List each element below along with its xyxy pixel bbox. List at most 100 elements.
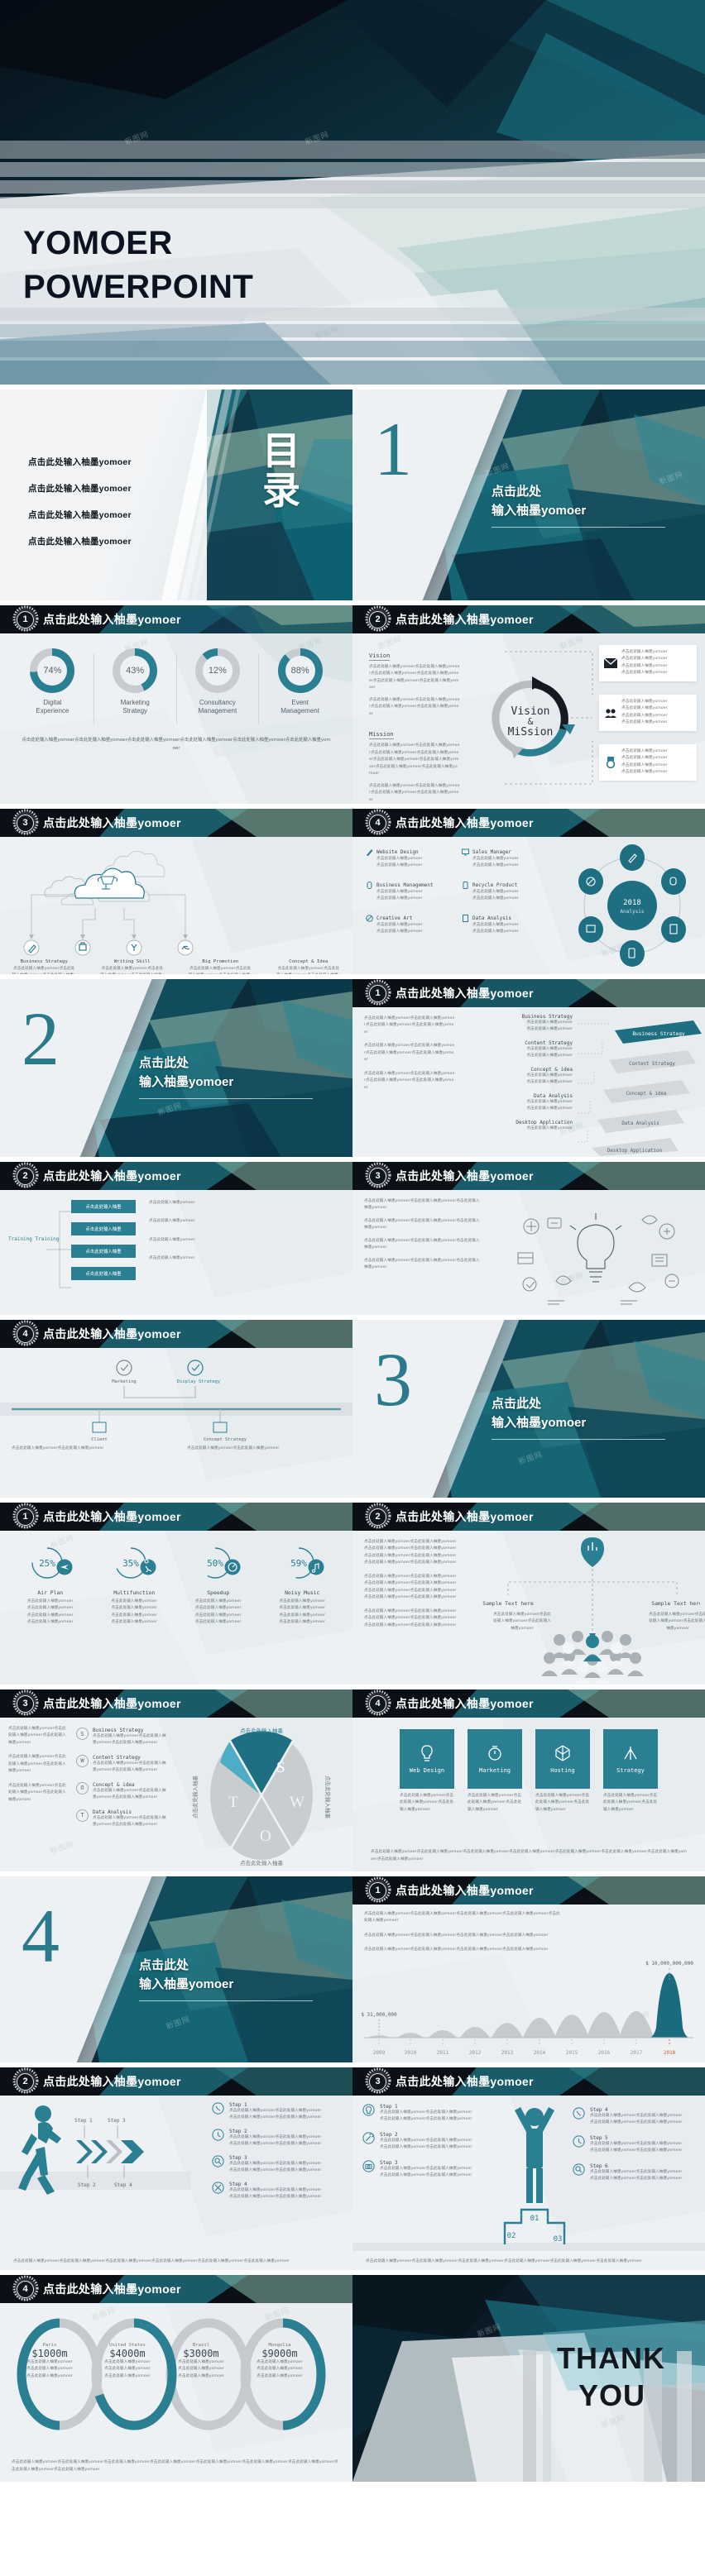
toc-item[interactable]: 点击此处输入柚墨yomoer xyxy=(28,482,132,495)
kpi-label-line1: Marketing xyxy=(120,699,150,706)
tile[interactable]: Strategy xyxy=(603,1729,658,1789)
runner-step[interactable]: Step 1 点击此处输入柚墨yomoer点击此处输入柚墨yomoer 点击此处… xyxy=(212,2102,344,2122)
swot-row[interactable]: O Concept & idea 点击此处输入柚墨yomoer点击此处输入柚墨y… xyxy=(76,1781,169,1802)
kpi-item[interactable]: 74% Digital Experience xyxy=(12,648,94,716)
section-subtitle: 点击此处 输入柚墨yomoer xyxy=(492,1394,586,1433)
tile[interactable]: Hosting xyxy=(535,1729,590,1789)
percent-item[interactable]: 35% Multifunction 点击此处输入柚墨yomoer点击此处输入柚墨… xyxy=(93,1544,177,1629)
training-box[interactable]: 点击此处输入柚墨 xyxy=(71,1200,136,1213)
slide-chart[interactable]: 1 点击此处输入柚墨yomoer 点击此处输入柚墨yomoer点击此处输入柚墨y… xyxy=(352,1876,705,2062)
bulb-paragraph: 点击此处输入柚墨yomoer点击此处输入柚墨yomoer点击此处输入柚墨yomo… xyxy=(364,1238,480,1250)
cloud-node[interactable]: Business Strategy 点击此处输入柚墨yomoer点击此处输入柚墨… xyxy=(0,959,89,974)
header-title: 点击此处输入柚墨yomoer xyxy=(43,2075,181,2088)
kpi-item[interactable]: 88% Event Management xyxy=(259,648,341,716)
podium-step[interactable]: Step 4 点击此处输入柚墨yomoer点击此处输入柚墨yomoer 点击此处… xyxy=(573,2107,697,2127)
slide-percent-icons[interactable]: 1 点击此处输入柚墨yomoer 25% Air Plan 点击此处输入柚墨yo… xyxy=(0,1503,352,1685)
percent-item[interactable]: 25% Air Plan 点击此处输入柚墨yomoer点击此处输入柚墨yomoe… xyxy=(8,1544,93,1629)
kpi-item[interactable]: 12% Consultancy Management xyxy=(177,648,259,716)
card-bullets: 点击此处输入柚墨yomoer 点击此处输入柚墨yomoer 点击此处输入柚墨yo… xyxy=(621,748,692,777)
hex-list-item[interactable]: Data Analysis 点击此处输入柚墨yomoer 点击此处输入柚墨yom… xyxy=(462,914,549,936)
card-bullet: 点击此处输入柚墨yomoer xyxy=(621,749,668,753)
slide-section-3[interactable]: 3 点击此处 输入柚墨yomoer 新图网 xyxy=(352,1320,705,1498)
kpi-item[interactable]: 43% Marketing Strategy xyxy=(94,648,176,716)
slide-thank-you[interactable]: THANK YOU 新图网 新图网 xyxy=(352,2275,705,2482)
ring-body: 点击此处输入柚墨yomoer xyxy=(178,2373,224,2378)
swot-row[interactable]: S Business Strategy 点击此处输入柚墨yomoer点击此处输入… xyxy=(76,1728,169,1747)
tile-item[interactable]: Hosting 点击此处输入柚墨yomoer点击此处输入柚墨yomoer点击此处… xyxy=(535,1729,590,1814)
slide-section-1[interactable]: 1 点击此处 输入柚墨yomoer 新图网 新图网 xyxy=(352,390,705,600)
percent-item[interactable]: 59% Noisy Music 点击此处输入柚墨yomoer点击此处输入柚墨yo… xyxy=(261,1544,345,1629)
ring-item[interactable]: United States $4000m 点击此处输入柚墨yomoer 点击此处… xyxy=(91,2343,164,2380)
slide-rings[interactable]: 4 点击此处输入柚墨yomoer Paris $1000m 点击此处输入柚墨yo… xyxy=(0,2275,352,2482)
runner-content: Step 1 Step 3 Step 2 Step 4 Step 1 点击此处输… xyxy=(0,2096,352,2270)
slide-crowd[interactable]: 2 点击此处输入柚墨yomoer 点击此处输入柚墨yomoer点击此处输入柚墨y… xyxy=(352,1503,705,1685)
podium-step[interactable]: Step 3 点击此处输入柚墨yomoer点击此处输入柚墨yomoer 点击此处… xyxy=(362,2160,487,2180)
hex-list-item[interactable]: Sales Manager 点击此处输入柚墨yomoer 点击此处输入柚墨yom… xyxy=(462,848,549,870)
tile-item[interactable]: Web Design 点击此处输入柚墨yomoer点击此处输入柚墨yomoer点… xyxy=(400,1729,454,1814)
podium-step[interactable]: Step 2 点击此处输入柚墨yomoer点击此处输入柚墨yomoer 点击此处… xyxy=(362,2132,487,2152)
slide-vision-mission[interactable]: 2 点击此处输入柚墨yomoer Vision 点击此处输入柚墨yomoer点击… xyxy=(352,605,705,804)
training-box[interactable]: 点击此处输入柚墨 xyxy=(71,1245,136,1258)
hex-list-item[interactable]: Recycle Product 点击此处输入柚墨yomoer 点击此处输入柚墨y… xyxy=(462,881,549,903)
hex-list-item[interactable]: Creative Art 点击此处输入柚墨yomoer 点击此处输入柚墨yomo… xyxy=(366,915,453,936)
stack-step[interactable]: Data Analysis 点击此处输入柚墨yomoer 点击此处输入柚墨yom… xyxy=(465,1093,573,1113)
crowd-diagram: Sample Text here Sample Text here xyxy=(482,1537,700,1685)
cloud-diagram xyxy=(23,850,194,956)
swot-row[interactable]: W Content Strategy 点击此处输入柚墨yomoer点击此处输入柚… xyxy=(76,1754,169,1775)
pen-icon xyxy=(367,849,373,856)
slide-hex-wheel[interactable]: 4 点击此处输入柚墨yomoer Website Design 点击此处输入柚墨… xyxy=(352,809,705,974)
runner-step[interactable]: Step 3 点击此处输入柚墨yomoer点击此处输入柚墨yomoer 点击此处… xyxy=(212,2155,344,2175)
tile[interactable]: Web Design xyxy=(400,1729,454,1789)
slide-swot[interactable]: 3 点击此处输入柚墨yomoer 点击此处输入柚墨yomoer点击此处输入柚墨y… xyxy=(0,1689,352,1871)
podium-step[interactable]: Step 5 点击此处输入柚墨yomoer点击此处输入柚墨yomoer 点击此处… xyxy=(573,2135,697,2155)
vision-card[interactable]: 点击此处输入柚墨yomoer 点击此处输入柚墨yomoer 点击此处输入柚墨yo… xyxy=(599,695,697,731)
slide-section-2[interactable]: 2 点击此处 输入柚墨yomoer 新图网 xyxy=(0,979,352,1157)
slide-training-boxes[interactable]: 2 点击此处输入柚墨yomoer Training Training 点击此处输… xyxy=(0,1162,352,1315)
stack-step[interactable]: Concept & idea 点击此处输入柚墨yomoer 点击此处输入柚墨yo… xyxy=(465,1067,573,1087)
runner-step[interactable]: Step 4 点击此处输入柚墨yomoer点击此处输入柚墨yomoer 点击此处… xyxy=(212,2182,344,2201)
stack-step[interactable]: Content Strategy 点击此处输入柚墨yomoer 点击此处输入柚墨… xyxy=(465,1040,573,1060)
stack-step[interactable]: Business Strategy 点击此处输入柚墨yomoer 点击此处输入柚… xyxy=(465,1014,573,1034)
hex-list-item[interactable]: Website Design 点击此处输入柚墨yomoer 点击此处输入柚墨yo… xyxy=(366,848,453,870)
cloud-node[interactable]: Big Promotion 点击此处输入柚墨yomoer点击此处输入柚墨yomo… xyxy=(176,959,265,974)
rings-content: Paris $1000m 点击此处输入柚墨yomoer 点击此处输入柚墨yomo… xyxy=(0,2303,352,2482)
vision-card[interactable]: 点击此处输入柚墨yomoer 点击此处输入柚墨yomoer 点击此处输入柚墨yo… xyxy=(599,744,697,781)
vision-card[interactable]: 点击此处输入柚墨yomoer 点击此处输入柚墨yomoer 点击此处输入柚墨yo… xyxy=(599,645,697,681)
slide-bulb-doodle[interactable]: 3 点击此处输入柚墨yomoer 点击此处输入柚墨yomoer点击此处输入柚墨y… xyxy=(352,1162,705,1315)
slide-cover[interactable]: YOMOER POWERPOINT 新图网 新图网 新图网 新图网 xyxy=(0,0,705,385)
tile-item[interactable]: Strategy 点击此处输入柚墨yomoer点击此处输入柚墨yomoer点击此… xyxy=(603,1729,658,1814)
training-box[interactable]: 点击此处输入柚墨 xyxy=(71,1267,136,1280)
podium-rank: 02 xyxy=(507,2232,516,2240)
slide-podium[interactable]: 3 点击此处输入柚墨yomoer Step 1 点击此处输入柚墨yomoer点击… xyxy=(352,2067,705,2270)
runner-step[interactable]: Step 2 点击此处输入柚墨yomoer点击此处输入柚墨yomoer 点击此处… xyxy=(212,2129,344,2148)
slide-cloud-diagram[interactable]: 3 点击此处输入柚墨yomoer Business Strategy 点击此处输… xyxy=(0,809,352,974)
hex-list-item[interactable]: Business Management 点击此处输入柚墨yomoer 点击此处输… xyxy=(366,881,453,903)
podium-step[interactable]: Step 6 点击此处输入柚墨yomoer点击此处输入柚墨yomoer 点击此处… xyxy=(573,2163,697,2183)
podium-step[interactable]: Step 1 点击此处输入柚墨yomoer点击此处输入柚墨yomoer 点击此处… xyxy=(362,2104,487,2124)
toc-item[interactable]: 点击此处输入柚墨yomoer xyxy=(28,456,132,468)
ring-item[interactable]: Mongolia $9000m 点击此处输入柚墨yomoer 点击此处输入柚墨y… xyxy=(238,2343,321,2380)
slide-runner-steps[interactable]: 2 点击此处输入柚墨yomoer Step 1 Step 3 Step 2 St… xyxy=(0,2067,352,2270)
toc-list[interactable]: 点击此处输入柚墨yomoer 点击此处输入柚墨yomoer 点击此处输入柚墨yo… xyxy=(28,456,132,562)
ring-item[interactable]: Brazil $3000m 点击此处输入柚墨yomoer 点击此处输入柚墨yom… xyxy=(164,2343,238,2380)
card-bullet: 点击此处输入柚墨yomoer xyxy=(621,663,668,668)
swot-row[interactable]: T Data Analysis 点击此处输入柚墨yomoer点击此处输入柚墨yo… xyxy=(76,1809,169,1829)
cloud-node[interactable]: Concept & Idea 点击此处输入柚墨yomoer点击此处输入柚墨yom… xyxy=(265,959,353,974)
slide-table-of-contents[interactable]: 点击此处输入柚墨yomoer 点击此处输入柚墨yomoer 点击此处输入柚墨yo… xyxy=(0,390,352,600)
slide-timeline[interactable]: 4 点击此处输入柚墨yomoer Marketing Display Strat… xyxy=(0,1320,352,1498)
tile[interactable]: Marketing xyxy=(468,1729,522,1789)
slide-stack-steps[interactable]: 1 点击此处输入柚墨yomoer 点击此处输入柚墨yomoer 点击此处输入柚墨y… xyxy=(352,979,705,1157)
slide-section-4[interactable]: 4 点击此处 输入柚墨yomoer 新图网 xyxy=(0,1876,352,2062)
toc-item[interactable]: 点击此处输入柚墨yomoer xyxy=(28,509,132,521)
stack-step[interactable]: Desktop Application 点击此处输入柚墨yomoer xyxy=(465,1120,573,1132)
chart-content: 点击此处输入柚墨yomoer点击此处输入柚墨yomoer点击此处输入柚墨yomo… xyxy=(352,1905,705,2062)
slide-tiles[interactable]: 4 点击此处输入柚墨yomoer Web Design 点击此处输入柚墨yomo… xyxy=(352,1689,705,1871)
training-box[interactable]: 点击此处输入柚墨 xyxy=(71,1222,136,1235)
percent-item[interactable]: 50% Speedup 点击此处输入柚墨yomoer点击此处输入柚墨yomoer… xyxy=(176,1544,261,1629)
slide-kpi-donuts[interactable]: 1 点击此处输入柚墨yomoer 74% Digital Experience … xyxy=(0,605,352,804)
tile-item[interactable]: Marketing 点击此处输入柚墨yomoer点击此处输入柚墨yomoer点击… xyxy=(468,1729,522,1814)
swot-paragraphs: 点击此处输入柚墨yomoer点击此处输入柚墨yomoer点击此处输入柚墨yomo… xyxy=(8,1726,68,1804)
cloud-node[interactable]: Writing Skill 点击此处输入柚墨yomoer点击此处输入柚墨yomo… xyxy=(89,959,177,974)
toc-item[interactable]: 点击此处输入柚墨yomoer xyxy=(28,535,132,547)
ring-item[interactable]: Paris $1000m 点击此处输入柚墨yomoer 点击此处输入柚墨yomo… xyxy=(8,2343,91,2380)
